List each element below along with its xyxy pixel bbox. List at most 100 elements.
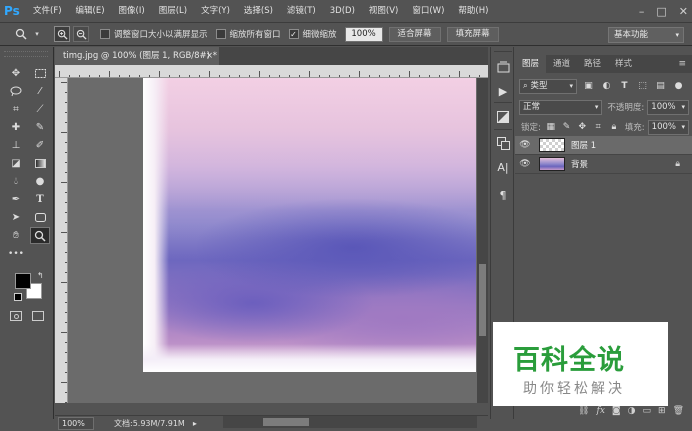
lock-transparency-icon[interactable]: ▦ [545, 121, 557, 133]
menu-type[interactable]: 文字(Y) [194, 0, 237, 22]
menu-file[interactable]: 文件(F) [26, 0, 69, 22]
menu-edit[interactable]: 编辑(E) [69, 0, 112, 22]
menu-layer[interactable]: 图层(L) [152, 0, 194, 22]
menu-filter[interactable]: 滤镜(T) [280, 0, 323, 22]
resize-windows-checkbox[interactable]: 调整窗口大小以满屏显示 [100, 28, 208, 40]
swap-colors-icon[interactable]: ↰ [37, 271, 44, 280]
pixel-filter-icon[interactable]: ▣ [582, 80, 595, 93]
chevron-down-icon[interactable]: ▾ [30, 27, 44, 41]
zoom-tool-preset-icon[interactable] [14, 27, 28, 41]
dodge-tool-icon[interactable]: ● [30, 173, 50, 190]
gradient-tool-icon[interactable] [30, 155, 50, 172]
zoom-out-button[interactable] [73, 26, 89, 42]
document-image[interactable] [143, 78, 476, 372]
rectangle-tool-icon[interactable] [30, 209, 50, 226]
fill-screen-button[interactable]: 填充屏幕 [446, 26, 499, 42]
type-filter-icon[interactable]: T [618, 80, 631, 93]
close-window-button[interactable]: ✕ [679, 5, 688, 18]
fit-screen-button[interactable]: 适合屏幕 [388, 26, 441, 42]
toolbar-grip[interactable] [4, 51, 48, 57]
zoom-all-windows-checkbox[interactable]: 缩放所有窗口 [215, 28, 281, 40]
link-icon[interactable]: ⛓︎ [578, 406, 589, 416]
filter-toggle-icon[interactable]: ● [672, 80, 685, 93]
clone-source-panel-icon[interactable] [495, 135, 511, 151]
eyedropper-tool-icon[interactable]: ⟋ [30, 101, 50, 118]
pen-tool-icon[interactable]: ✒ [6, 191, 26, 208]
type-tool-icon[interactable]: T [30, 191, 50, 208]
history-brush-tool-icon[interactable]: ✐ [30, 137, 50, 154]
horizontal-scrollbar[interactable] [223, 416, 477, 428]
scrollbar-thumb[interactable] [479, 264, 486, 336]
mask-icon[interactable]: ◙ [612, 406, 621, 416]
lock-position-icon[interactable]: ✥ [576, 121, 588, 133]
marquee-tool-icon[interactable] [30, 65, 50, 82]
path-selection-tool-icon[interactable]: ➤ [6, 209, 26, 226]
adjustments-panel-icon[interactable] [495, 109, 511, 125]
menu-help[interactable]: 帮助(H) [451, 0, 495, 22]
character-panel-icon[interactable]: A| [495, 159, 511, 175]
document-tab[interactable]: timg.jpg @ 100% (图层 1, RGB/8#) * × [55, 47, 219, 65]
shape-filter-icon[interactable]: ⬚ [636, 80, 649, 93]
checkbox-box[interactable] [215, 29, 226, 39]
lock-all-icon[interactable]: 🔒︎ [608, 121, 620, 133]
brush-tool-icon[interactable]: ✎ [30, 119, 50, 136]
paragraph-panel-icon[interactable]: ¶ [495, 187, 511, 203]
layer-row[interactable]: 👁︎ 图层 1 [515, 136, 692, 155]
default-colors-icon[interactable] [14, 293, 22, 301]
opacity-field[interactable]: 100% ▾ [647, 99, 689, 115]
menu-window[interactable]: 窗口(W) [405, 0, 451, 22]
magic-wand-tool-icon[interactable]: ⁄ [30, 83, 50, 100]
foreground-color-swatch[interactable] [15, 273, 31, 289]
quick-mask-icon[interactable] [10, 311, 22, 321]
checkbox-box[interactable] [100, 29, 110, 39]
tab-styles[interactable]: 样式 [608, 55, 639, 73]
trash-icon[interactable]: 🗑︎ [673, 406, 684, 416]
more-tools-icon[interactable]: ••• [6, 245, 26, 262]
fill-field[interactable]: 100% ▾ [647, 119, 689, 135]
workspace-select[interactable]: 基本功能 ▾ [608, 27, 684, 43]
eye-icon[interactable]: 👁︎ [515, 140, 535, 150]
checkbox-box-checked[interactable]: ✓ [288, 29, 299, 39]
menu-select[interactable]: 选择(S) [237, 0, 280, 22]
scrubby-zoom-checkbox[interactable]: ✓ 细微缩放 [288, 28, 337, 40]
zoom-tool-icon[interactable] [30, 227, 50, 244]
zoom-in-button[interactable] [54, 26, 70, 42]
blend-mode-select[interactable]: 正常 ▾ [519, 99, 603, 115]
hand-tool-icon[interactable]: ✋︎ [6, 227, 26, 244]
menu-view[interactable]: 视图(V) [362, 0, 405, 22]
tab-paths[interactable]: 路径 [577, 55, 608, 73]
lock-artboard-icon[interactable]: ⌗ [592, 121, 604, 133]
tab-channels[interactable]: 通道 [546, 55, 577, 73]
clone-stamp-tool-icon[interactable]: ⊥ [6, 137, 26, 154]
adjustment-filter-icon[interactable]: ◐ [600, 80, 613, 93]
eye-icon[interactable]: 👁︎ [515, 159, 535, 169]
tab-layers[interactable]: 图层 [515, 55, 547, 73]
zoom-percent-field[interactable]: 100% [344, 26, 383, 42]
panel-menu-icon[interactable]: ≡ [678, 55, 686, 73]
lock-image-icon[interactable]: ✎ [561, 121, 573, 133]
lasso-tool-icon[interactable] [6, 83, 26, 100]
group-icon[interactable]: ▭ [643, 406, 652, 416]
minimize-button[interactable]: – [639, 5, 645, 18]
screen-mode-icon[interactable] [32, 311, 44, 321]
vertical-scrollbar[interactable] [477, 78, 488, 403]
restore-button[interactable]: □ [656, 5, 666, 18]
layer-row[interactable]: 👁︎ 背景 🔒︎ [515, 155, 692, 174]
menu-3d[interactable]: 3D(D) [323, 0, 362, 22]
status-zoom-field[interactable]: 100% [58, 417, 94, 430]
blur-tool-icon[interactable]: 💧︎ [6, 173, 26, 190]
healing-brush-tool-icon[interactable]: ✚ [6, 119, 26, 136]
actions-panel-icon[interactable]: ▶ [495, 83, 511, 99]
adjustment-icon[interactable]: ◑ [628, 406, 636, 416]
new-layer-icon[interactable]: ⊞ [658, 406, 666, 416]
status-menu-arrow-icon[interactable]: ▸ [193, 419, 197, 428]
eraser-tool-icon[interactable]: ◪ [6, 155, 26, 172]
move-tool-icon[interactable]: ✥ [6, 65, 26, 82]
scrollbar-thumb[interactable] [263, 418, 309, 426]
menu-image[interactable]: 图像(I) [112, 0, 152, 22]
close-document-icon[interactable]: × [206, 47, 213, 65]
smart-object-filter-icon[interactable]: ▤ [654, 80, 667, 93]
fx-icon[interactable]: fx [596, 406, 604, 416]
history-panel-icon[interactable] [495, 59, 511, 75]
crop-tool-icon[interactable]: ⌗ [6, 101, 26, 118]
